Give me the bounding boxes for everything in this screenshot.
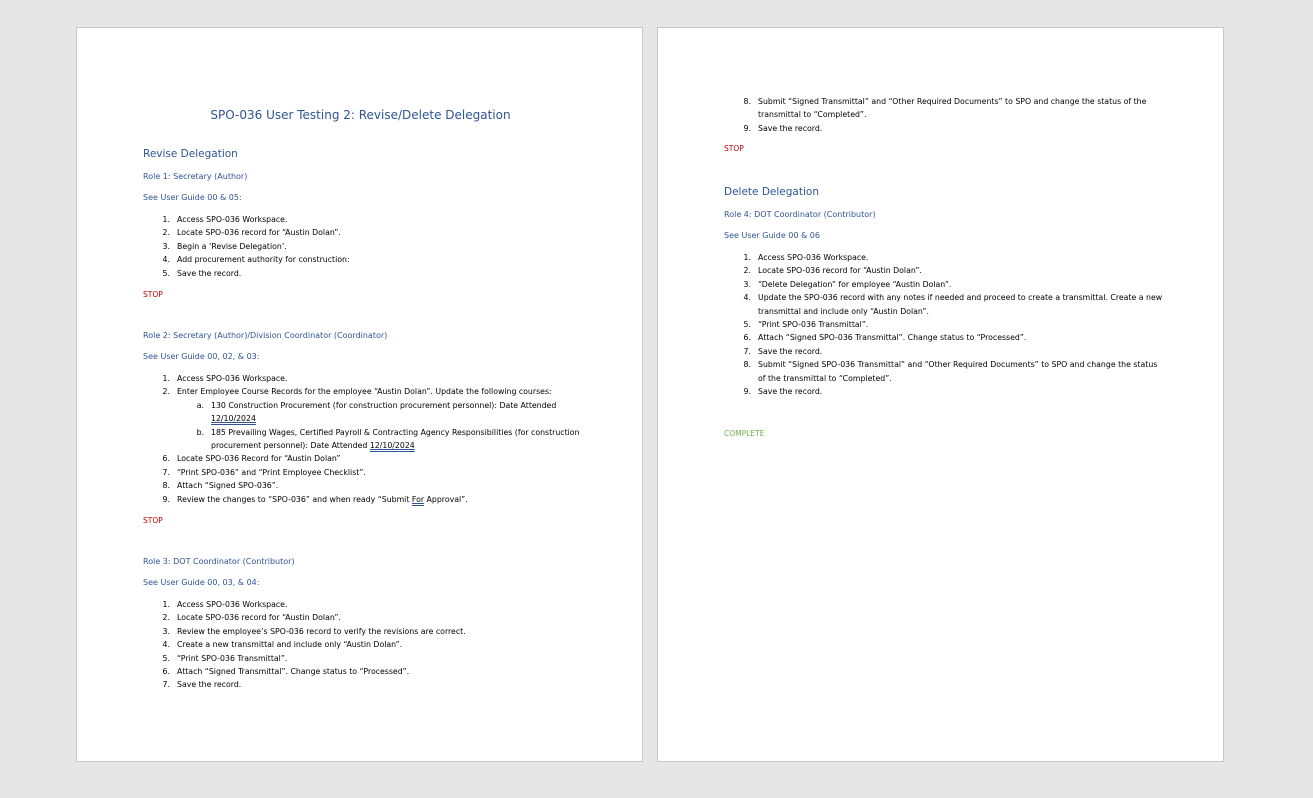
list-item: 3. Review the employee’s SPO-036 record t…	[162, 626, 466, 636]
list-item: 4. Update the SPO-036 record with any not…	[743, 293, 1163, 316]
list-item: 6. Attach “Signed SPO-036 Transmittal”. C…	[743, 333, 1027, 343]
list-item: 5. “Print SPO-036 Transmittal”.	[162, 653, 288, 663]
list-item: 2. Enter Employee Course Records for the …	[143, 385, 583, 452]
list-item: 9. Review the changes to “SPO-036” and wh…	[162, 494, 468, 504]
role2-title: Role 2: Secretary (Author)/Division Coor…	[143, 331, 388, 340]
list-item: 2. Locate SPO-036 record for “Austin Dola…	[162, 228, 341, 238]
document-title: SPO-036 User Testing 2: Revise/Delete De…	[210, 108, 511, 122]
list-item: 1. Access SPO-036 Workspace.	[162, 215, 288, 224]
role3-guide: See User Guide 00, 03, & 04:	[143, 578, 260, 587]
list-item: 9. Save the record.	[743, 123, 823, 133]
role3-steps: 1. Access SPO-036 Workspace. 2. Locate SPO…	[143, 598, 583, 692]
stop-marker: STOP	[143, 516, 163, 525]
list-item: 6. Attach “Signed Transmittal”. Change st…	[162, 667, 410, 677]
document-page-1: SPO-036 User Testing 2: Revise/Delete De…	[76, 27, 643, 762]
list-item: 8. Attach “Signed SPO-036”.	[162, 481, 279, 491]
sub-list-item: b. 185 Prevailing Wages, Certified Payrol…	[196, 427, 580, 451]
list-item: 8. Submit “Signed Transmittal” and “Other…	[743, 97, 1147, 120]
date-attended: 12/10/2024	[211, 414, 256, 424]
underlined-word: For	[411, 494, 425, 504]
list-item: 5. “Print SPO-036 Transmittal”.	[743, 320, 869, 330]
list-item: 9. Save the record.	[743, 387, 823, 397]
role4-guide: See User Guide 00 & 06	[724, 231, 820, 240]
list-item: 3. “Delete Delegation” for employee “Aust…	[743, 279, 952, 289]
role2-guide: See User Guide 00, 02, & 03:	[143, 352, 260, 361]
role2-steps: 1. Access SPO-036 Workspace. 2. Enter Empl…	[143, 372, 583, 506]
course-sublist: a. 130 Construction Procurement (for cons…	[177, 399, 583, 453]
complete-marker: COMPLETE	[724, 429, 765, 438]
list-item: 1. Access SPO-036 Workspace.	[162, 374, 288, 383]
role1-guide: See User Guide 00 & 05:	[143, 193, 242, 202]
list-item: 4. Add procurement authority for construc…	[162, 255, 350, 265]
list-item: 2. Locate SPO-036 record for “Austin Dola…	[743, 266, 922, 276]
revise-delegation-heading: Revise Delegation	[143, 148, 238, 160]
list-item: 7. “Print SPO-036” and “Print Employee Ch…	[162, 467, 366, 477]
delete-delegation-heading: Delete Delegation	[724, 186, 819, 198]
role1-title: Role 1: Secretary (Author)	[143, 172, 248, 181]
list-item: 2. Locate SPO-036 record for “Austin Dola…	[162, 613, 341, 623]
sub-list-item: a. 130 Construction Procurement (for cons…	[196, 400, 557, 424]
role1-steps: 1. Access SPO-036 Workspace. 2. Locate SPO…	[143, 213, 583, 280]
role4-steps: 1. Access SPO-036 Workspace. 2. Locate SPO…	[724, 251, 1164, 398]
list-item: 1. Access SPO-036 Workspace.	[162, 600, 288, 609]
list-item: 4. Create a new transmittal and include o…	[162, 640, 403, 650]
list-item: 8. Submit “Signed SPO-036 Transmittal” an…	[743, 360, 1158, 383]
role4-title: Role 4: DOT Coordinator (Contributor)	[724, 210, 876, 219]
list-item: 5. Save the record.	[162, 268, 242, 278]
list-item: 3. Begin a ‘Revise Delegation’.	[162, 241, 287, 251]
stop-marker: STOP	[143, 290, 163, 299]
document-page-2: 8. Submit “Signed Transmittal” and “Other…	[657, 27, 1224, 762]
list-item: 1. Access SPO-036 Workspace.	[743, 253, 869, 262]
list-item: 6. Locate SPO-036 Record for “Austin Dola…	[162, 454, 341, 464]
stop-marker: STOP	[724, 144, 744, 153]
list-item: 7. Save the record.	[162, 680, 242, 690]
role3-title: Role 3: DOT Coordinator (Contributor)	[143, 557, 295, 566]
date-attended: 12/10/2024	[369, 441, 415, 451]
list-item: 7. Save the record.	[743, 346, 823, 356]
role3-steps-continued: 8. Submit “Signed Transmittal” and “Other…	[724, 95, 1164, 135]
